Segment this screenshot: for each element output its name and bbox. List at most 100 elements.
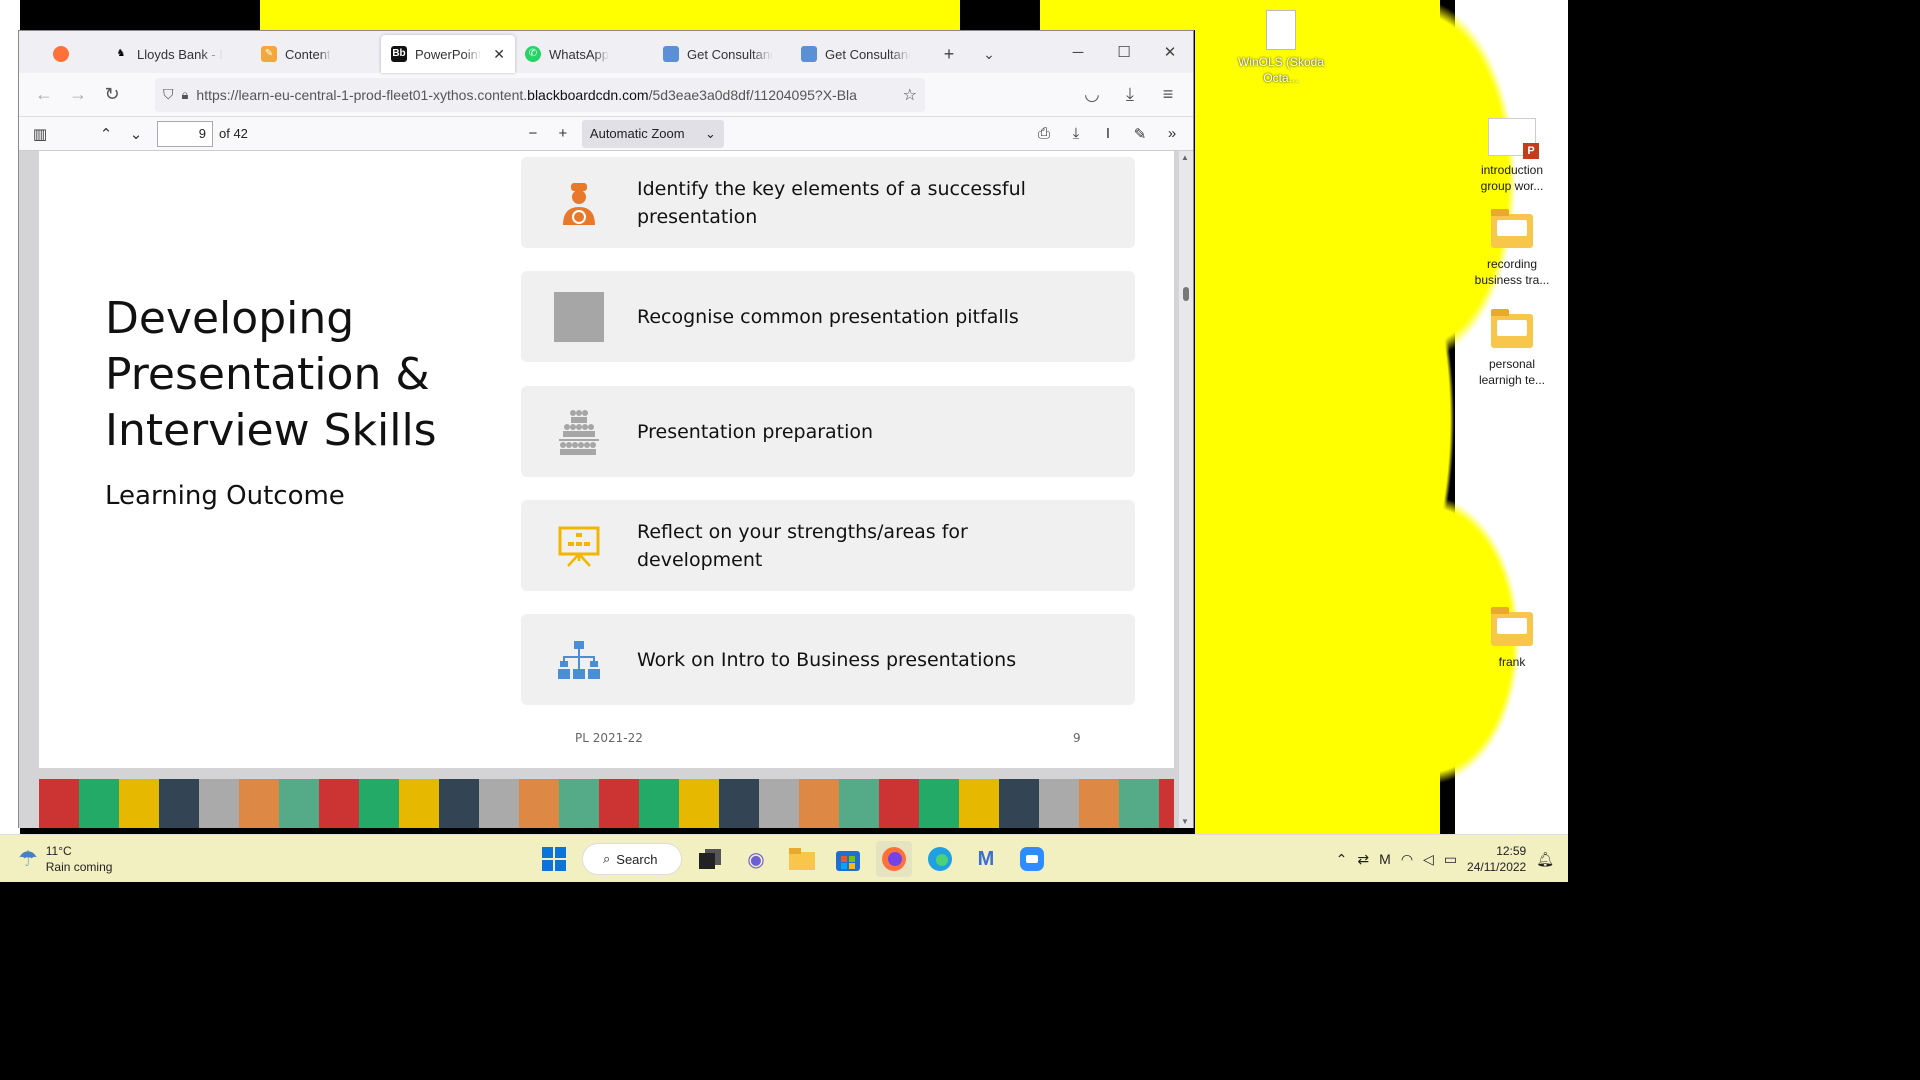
shield-icon[interactable]: ⛉ <box>163 86 174 103</box>
bookmark-star-icon[interactable]: ☆ <box>903 85 917 105</box>
wifi-icon[interactable]: ◠ <box>1401 851 1413 868</box>
rain-cloud-icon: ☂ <box>18 846 38 871</box>
tab-label: Content <box>285 46 331 62</box>
chevron-down-icon: ⌄ <box>705 125 716 141</box>
desktop-wallpaper-top <box>140 0 1200 30</box>
back-button[interactable]: ← <box>27 79 61 111</box>
lock-icon[interactable]: 🔒︎ <box>182 87 189 103</box>
tab-consultancy-2[interactable]: Get Consultancy <box>791 35 929 73</box>
taskbar-apps: ⌕ Search ◉ M <box>536 841 1050 877</box>
desktop-icon-personal[interactable]: personal learnigh te... <box>1467 309 1557 388</box>
minimize-button[interactable]: ─ <box>1055 31 1101 73</box>
page-count: of 42 <box>219 126 248 141</box>
show-hidden-icons-chevron-icon[interactable]: ⌃ <box>1336 851 1348 868</box>
taskbar-search[interactable]: ⌕ Search <box>582 843 682 875</box>
menu-icon[interactable]: ≡ <box>1151 79 1185 111</box>
task-view-icon[interactable] <box>692 841 728 877</box>
toolbar-right: ◡ ⤓ ≡ <box>1075 79 1185 111</box>
draw-icon[interactable]: ✎ <box>1125 120 1155 148</box>
url-suffix: /5d3eae3a0d8df/11204095?X-Bla <box>648 86 857 103</box>
desktop-icon-label: recording business tra... <box>1474 257 1550 287</box>
microsoft-store-icon[interactable] <box>830 841 866 877</box>
horse-icon: ♞ <box>116 48 126 59</box>
navigation-bar: ← → ↻ ⛉ 🔒︎ https://learn-eu-central-1-pr… <box>19 73 1193 117</box>
scrollbar-thumb[interactable] <box>1183 287 1189 301</box>
page-number-input[interactable]: 9 <box>157 120 213 147</box>
clock[interactable]: 12:59 24/11/2022 <box>1467 843 1526 875</box>
tab-whatsapp[interactable]: ✆ WhatsApp <box>515 35 653 73</box>
scroll-down-icon[interactable]: ▼ <box>1181 817 1189 826</box>
desktop-icon-frank[interactable]: frank <box>1467 607 1557 670</box>
firefox-icon[interactable] <box>876 841 912 877</box>
taskbar: ☂ 11°C Rain coming ⌕ Search ◉ M ⌃ ⇄ M ◠ … <box>0 834 1568 882</box>
audience-icon <box>521 409 637 455</box>
weather-widget[interactable]: ☂ 11°C Rain coming <box>18 843 112 875</box>
tab-content[interactable]: ✎ Content <box>251 35 381 73</box>
reload-button[interactable]: ↻ <box>95 79 129 111</box>
tab-consultancy-1[interactable]: Get Consultancy <box>653 35 791 73</box>
scrollbar[interactable]: ▲ ▼ <box>1179 151 1193 828</box>
pocket-icon[interactable]: ◡ <box>1075 79 1109 111</box>
scroll-up-icon[interactable]: ▲ <box>1181 153 1189 162</box>
desktop-icon-winols[interactable]: WinOLS (Skoda Octa... <box>1236 10 1326 86</box>
search-label: Search <box>616 851 658 867</box>
desktop-icon-recording[interactable]: recording business tra... <box>1467 209 1557 288</box>
officer-icon <box>521 181 637 225</box>
weather-status: Rain coming <box>45 860 113 874</box>
battery-icon[interactable]: ▭ <box>1444 851 1457 868</box>
item-text: Identify the key elements of a successfu… <box>637 177 1026 228</box>
tab-label: Lloyds Bank - Log <box>137 46 223 62</box>
new-tab-button[interactable]: + <box>929 35 969 73</box>
notification-icon[interactable]: 🔔︎ <box>1536 851 1554 868</box>
url-prefix: https://learn-eu-central-1-prod-fleet01-… <box>196 86 528 103</box>
zoom-select[interactable]: Automatic Zoom ⌄ <box>581 119 724 148</box>
sidebar-toggle-icon[interactable]: ▥ <box>25 120 55 148</box>
tab-powerpoint[interactable]: Bb PowerPoint Pre ✕ <box>381 35 515 73</box>
zoom-out-button[interactable]: − <box>518 120 548 148</box>
item-text: Recognise common presentation pitfalls <box>637 305 1019 328</box>
firefox-icon <box>53 46 69 62</box>
folder-icon <box>1491 309 1533 348</box>
pdf-viewer[interactable]: Developing Presentation & Interview Skil… <box>19 151 1193 828</box>
next-page-button[interactable]: ⌄ <box>121 120 151 148</box>
app-tray-icon[interactable]: M <box>1379 851 1391 867</box>
zoom-in-button[interactable]: + <box>548 120 578 148</box>
url-bar[interactable]: ⛉ 🔒︎ https://learn-eu-central-1-prod-fle… <box>155 77 925 112</box>
file-icon <box>1266 10 1296 50</box>
window-close-button[interactable]: ✕ <box>1147 31 1193 73</box>
slide-page: Developing Presentation & Interview Skil… <box>39 151 1174 768</box>
learning-outcome-item: Reflect on your strengths/areas for deve… <box>521 500 1135 591</box>
learning-outcome-item: Presentation preparation <box>521 386 1135 477</box>
maximize-button[interactable]: ☐ <box>1101 31 1147 73</box>
text-cursor-icon[interactable]: I <box>1093 120 1123 148</box>
tab-label: Get Consultancy <box>687 46 773 62</box>
network-switch-icon[interactable]: ⇄ <box>1357 851 1369 868</box>
mail-app-icon[interactable]: M <box>968 841 1004 877</box>
forward-button[interactable]: → <box>61 79 95 111</box>
hierarchy-icon <box>521 640 637 679</box>
chat-icon[interactable]: ◉ <box>738 841 774 877</box>
learning-outcome-item: Recognise common presentation pitfalls <box>521 271 1135 362</box>
messaging-app-icon[interactable] <box>1014 841 1050 877</box>
previous-page-button[interactable]: ⌃ <box>91 120 121 148</box>
tab-lloyds[interactable]: ♞ Lloyds Bank - Log <box>103 35 251 73</box>
tab-label: Get Consultancy <box>825 46 911 62</box>
file-explorer-icon[interactable] <box>784 841 820 877</box>
tab-bar: ♞ Lloyds Bank - Log ✎ Content Bb PowerPo… <box>19 31 1193 73</box>
edge-icon[interactable] <box>922 841 958 877</box>
folder-icon <box>1491 209 1533 248</box>
close-icon[interactable]: ✕ <box>493 46 505 63</box>
print-icon[interactable]: ⎙ <box>1029 120 1059 148</box>
tab-firefox-view[interactable] <box>19 35 103 73</box>
save-icon[interactable]: ⤓ <box>1061 120 1091 148</box>
next-slide-image <box>39 779 1174 828</box>
desktop-icon-introduction[interactable]: introduction group wor... <box>1467 118 1557 194</box>
volume-icon[interactable]: ◁ <box>1423 851 1434 868</box>
folder-icon <box>1491 607 1533 646</box>
desktop-icon-label: WinOLS (Skoda Octa... <box>1237 55 1325 85</box>
tools-icon[interactable]: » <box>1157 120 1187 148</box>
tab-list-chevron-icon[interactable]: ⌄ <box>969 35 1009 73</box>
windows-start-icon[interactable] <box>536 841 572 877</box>
download-icon[interactable]: ⤓ <box>1113 79 1147 111</box>
url-text[interactable]: https://learn-eu-central-1-prod-fleet01-… <box>196 87 894 103</box>
